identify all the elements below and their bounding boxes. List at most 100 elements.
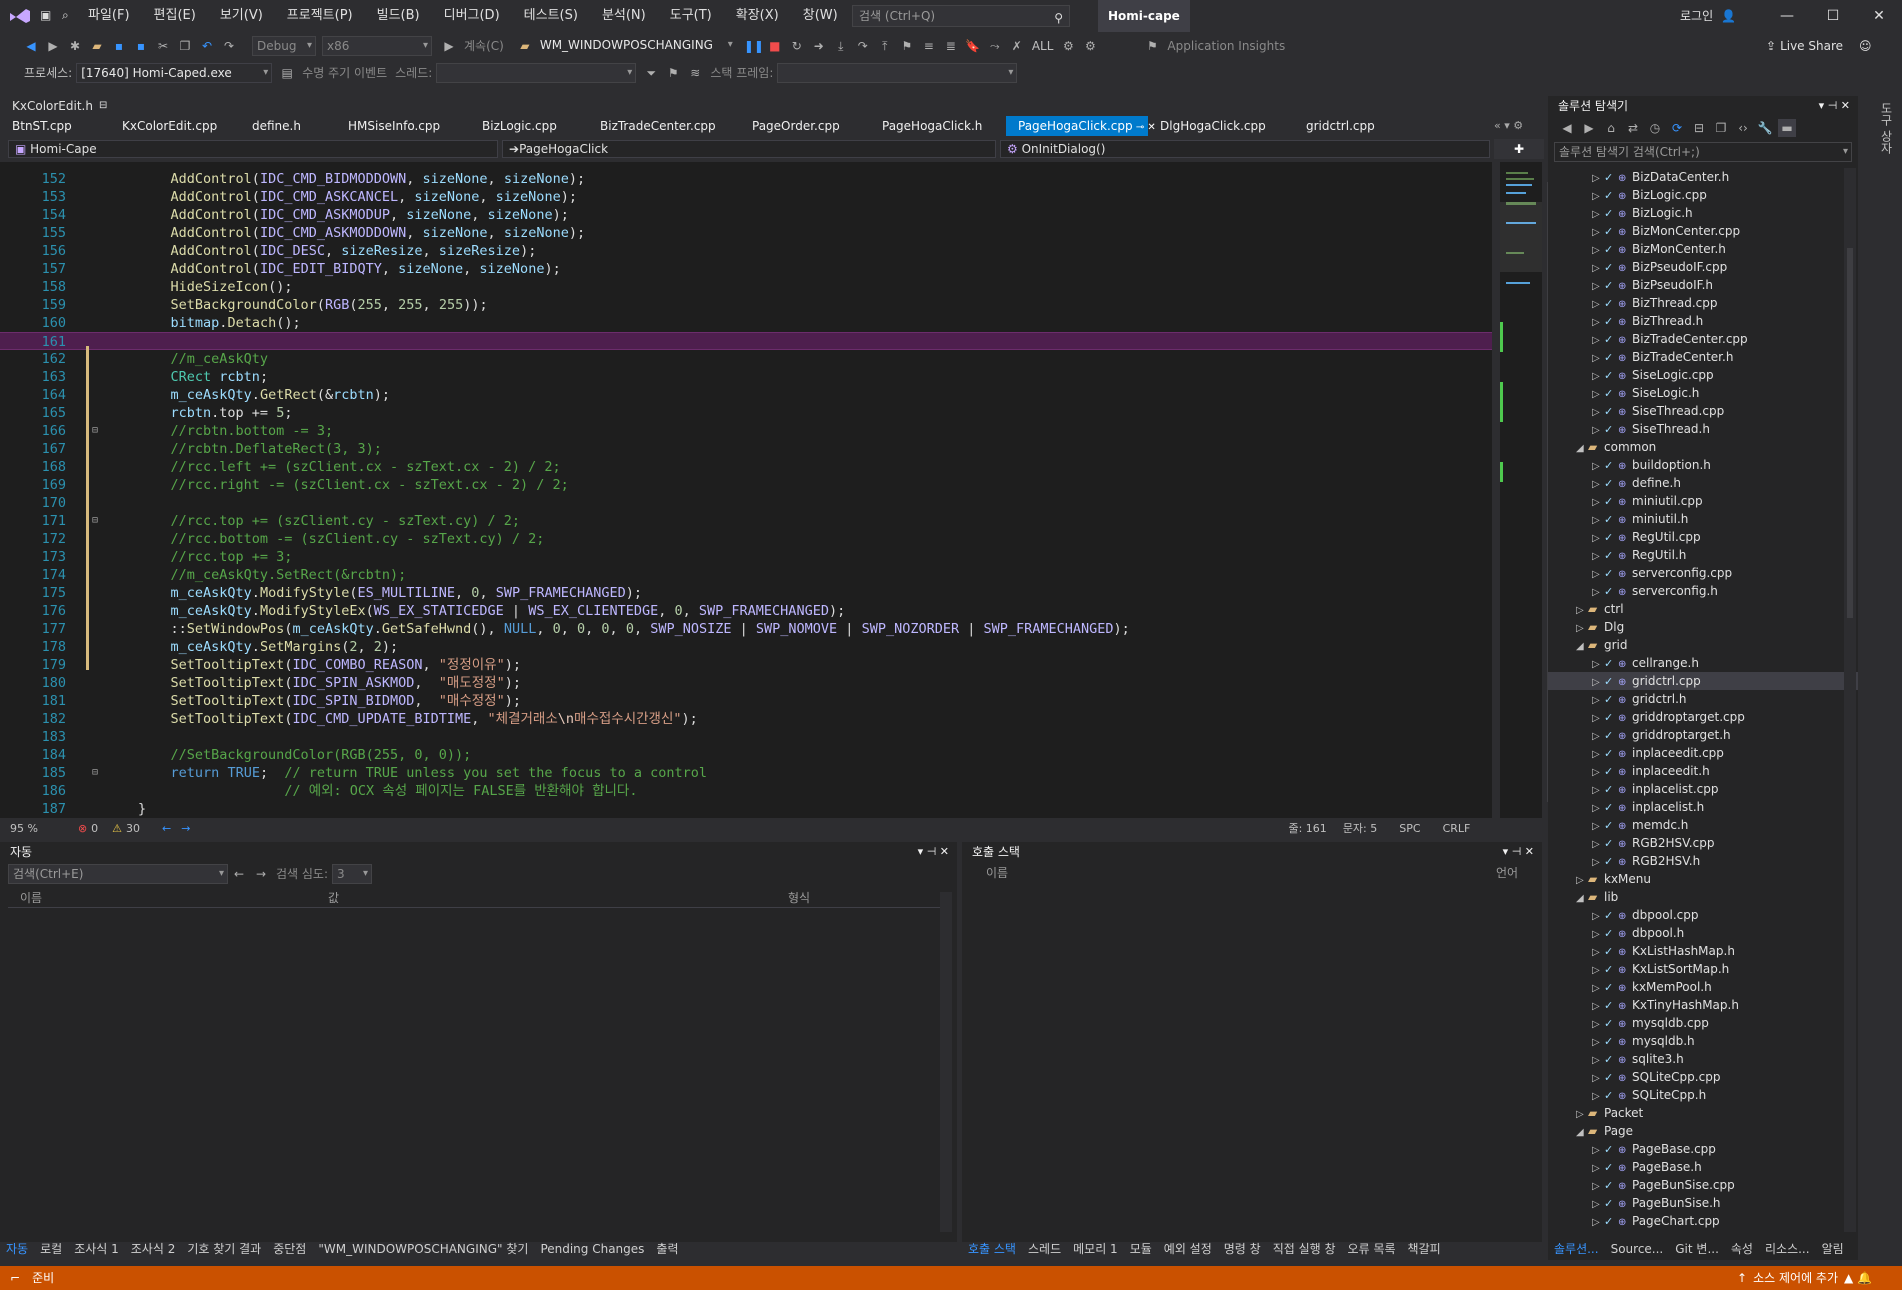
solution-tree-item[interactable]: ▷ ✓ ⊕ serverconfig.cpp bbox=[1548, 564, 1858, 582]
solution-search-input[interactable]: 솔루션 탐색기 검색(Ctrl+;) bbox=[1554, 142, 1852, 162]
tab-file[interactable]: BizTradeCenter.cpp bbox=[588, 116, 740, 136]
comment-icon[interactable]: ≡ bbox=[920, 37, 938, 55]
solution-tree-item[interactable]: ▷ ✓ ⊕ memdc.h bbox=[1548, 816, 1858, 834]
copy-icon[interactable]: ❐ bbox=[176, 37, 194, 55]
solution-tree-item[interactable]: ▷ ✓ ⊕ RegUtil.cpp bbox=[1548, 528, 1858, 546]
sol-back-icon[interactable]: ◀ bbox=[1558, 119, 1576, 137]
solution-tree-item[interactable]: ▷ ✓ ⊕ inplacelist.h bbox=[1548, 798, 1858, 816]
panel-tab[interactable]: 호출 스택 bbox=[962, 1238, 1022, 1260]
clear-bookmark-icon[interactable]: ✗ bbox=[1008, 37, 1026, 55]
thread-select[interactable] bbox=[436, 63, 637, 83]
close-button[interactable]: ✕ bbox=[1856, 0, 1902, 32]
bookmark-icon[interactable]: 🔖 bbox=[964, 37, 982, 55]
fold-icon[interactable]: ⊟ bbox=[92, 764, 98, 782]
platform-select[interactable]: x86 bbox=[322, 36, 432, 56]
filter-icon[interactable]: ⏷ bbox=[642, 64, 660, 82]
lifecycle-events-button[interactable]: 수명 주기 이벤트 bbox=[298, 62, 391, 84]
solution-tree-item[interactable]: ▷ ✓ ⊕ KxListHashMap.h bbox=[1548, 942, 1858, 960]
show-next-icon[interactable]: ➜ bbox=[810, 37, 828, 55]
expand-icon[interactable]: ▷ bbox=[1592, 1214, 1604, 1232]
panel-tab[interactable]: 알림 bbox=[1816, 1238, 1850, 1260]
tab-file[interactable]: PageHogaClick.h bbox=[870, 116, 1006, 136]
solution-tree-item[interactable]: ▷ ✓ ⊕ BizPseudoIF.h bbox=[1548, 276, 1858, 294]
cut-icon[interactable]: ✂ bbox=[154, 37, 172, 55]
solution-tree-item[interactable]: ▷ ✓ ⊕ RGB2HSV.h bbox=[1548, 852, 1858, 870]
menu-item[interactable]: 창(W) bbox=[791, 0, 850, 32]
code-line[interactable]: 179 SetTooltipText(IDC_COMBO_REASON, "정정… bbox=[0, 656, 1492, 674]
panel-tab[interactable]: 중단점 bbox=[267, 1238, 312, 1260]
col-name[interactable]: 이름 bbox=[8, 889, 328, 906]
solution-tree-item[interactable]: ▷ ✓ ⊕ BizDataCenter.h bbox=[1548, 168, 1858, 186]
feedback-icon[interactable]: ☺ bbox=[1859, 32, 1872, 60]
panel-options-icon[interactable]: ▾ ⊣ ✕ bbox=[918, 842, 949, 862]
panel-tab[interactable]: 오류 목록 bbox=[1342, 1238, 1402, 1260]
source-control-button[interactable]: 소스 제어에 추가 bbox=[1753, 1266, 1838, 1290]
rebuild-icon[interactable]: ⚙ bbox=[1081, 37, 1099, 55]
solution-tree-item[interactable]: ◢ ▰ grid bbox=[1548, 636, 1858, 654]
forward-icon[interactable]: ▶ bbox=[44, 37, 62, 55]
code-line[interactable]: 159 SetBackgroundColor(RGB(255, 255, 255… bbox=[0, 296, 1492, 314]
login-button[interactable]: 로그인 👤 bbox=[1680, 0, 1736, 32]
tab-file[interactable]: define.h bbox=[240, 116, 336, 136]
back-search-icon[interactable]: ← bbox=[230, 865, 248, 883]
code-line[interactable]: 174 //m_ceAskQty.SetRect(&rcbtn); bbox=[0, 566, 1492, 584]
depth-select[interactable]: 3 bbox=[332, 864, 373, 884]
solution-tree-item[interactable]: ▷ ✓ ⊕ SiseThread.cpp bbox=[1548, 402, 1858, 420]
code-line[interactable]: 156 AddControl(IDC_DESC, sizeResize, siz… bbox=[0, 242, 1492, 260]
uncomment-icon[interactable]: ≣ bbox=[942, 37, 960, 55]
process-select[interactable]: [17640] Homi-Caped.exe bbox=[76, 63, 273, 83]
sync-icon[interactable]: ⟳ bbox=[1668, 119, 1686, 137]
toolbox-tab[interactable]: 도구 상자 bbox=[1878, 102, 1895, 154]
build-icon[interactable]: ⚙ bbox=[1059, 37, 1077, 55]
config-select[interactable]: Debug bbox=[252, 36, 316, 56]
tab-overflow-icon[interactable]: « ▾ ⚙ bbox=[1494, 116, 1544, 136]
solution-tree-item[interactable]: ▷ ✓ ⊕ BizThread.h bbox=[1548, 312, 1858, 330]
show-all-icon[interactable]: ❐ bbox=[1712, 119, 1730, 137]
panel-tab[interactable]: 기호 찾기 결과 bbox=[181, 1238, 267, 1260]
code-line[interactable]: 158 HideSizeIcon(); bbox=[0, 278, 1492, 296]
debug-target-select[interactable]: WM_WINDOWPOSCHANGING bbox=[535, 36, 736, 56]
code-line[interactable]: 171 //rcc.top += (szClient.cy - szText.c… bbox=[0, 512, 1492, 530]
solution-tree-item[interactable]: ▷ ✓ ⊕ RegUtil.h bbox=[1548, 546, 1858, 564]
code-line[interactable]: 178 m_ceAskQty.SetMargins(2, 2); bbox=[0, 638, 1492, 656]
step-over-icon[interactable]: ↷ bbox=[854, 37, 872, 55]
code-line[interactable]: 172 //rcc.bottom -= (szClient.cy - szTex… bbox=[0, 530, 1492, 548]
forward-search-icon[interactable]: → bbox=[252, 865, 270, 883]
solution-tree-item[interactable]: ▷ ✓ ⊕ inplaceedit.h bbox=[1548, 762, 1858, 780]
solution-tree-item[interactable]: ▷ ✓ ⊕ BizMonCenter.cpp bbox=[1548, 222, 1858, 240]
panel-tab[interactable]: 자동 bbox=[0, 1238, 34, 1260]
solution-tree-item[interactable]: ▷ ✓ ⊕ PageChart.cpp bbox=[1548, 1212, 1858, 1230]
search-menu-icon[interactable]: ⌕ bbox=[62, 8, 76, 24]
split-window-icon[interactable]: ✚ bbox=[1494, 139, 1544, 159]
whitespace-indicator[interactable]: SPC bbox=[1399, 822, 1420, 835]
code-line[interactable]: 184 //SetBackgroundColor(RGB(255, 0, 0))… bbox=[0, 746, 1492, 764]
open-icon[interactable]: ▰ bbox=[88, 37, 106, 55]
code-line[interactable]: 166 //rcbtn.bottom -= 3; ⊟ bbox=[0, 422, 1492, 440]
code-line[interactable]: 183 bbox=[0, 728, 1492, 746]
code-line[interactable]: 177 ::SetWindowPos(m_ceAskQty.GetSafeHwn… bbox=[0, 620, 1492, 638]
call-panel-options-icon[interactable]: ▾ ⊣ ✕ bbox=[1503, 842, 1534, 862]
solution-tree-item[interactable]: ▷ ✓ ⊕ mysqldb.h bbox=[1548, 1032, 1858, 1050]
project-scope-select[interactable]: ▣ Homi-Cape bbox=[8, 140, 498, 158]
code-line[interactable]: 187} bbox=[0, 800, 1492, 818]
solution-tree-item[interactable]: ▷ ✓ ⊕ sqlite3.h bbox=[1548, 1050, 1858, 1068]
code-line[interactable]: 155 AddControl(IDC_CMD_ASKMODDOWN, sizeN… bbox=[0, 224, 1492, 242]
code-line[interactable]: 186 // 예외: OCX 속성 페이지는 FALSE를 반환해야 합니다. bbox=[0, 782, 1492, 800]
code-line[interactable]: 163 CRect rcbtn; bbox=[0, 368, 1492, 386]
solution-tree-item[interactable]: ▷ ✓ ⊕ SiseLogic.cpp bbox=[1548, 366, 1858, 384]
code-line[interactable]: 170 bbox=[0, 494, 1492, 512]
solution-tree-item[interactable]: ▷ ✓ ⊕ BizMonCenter.h bbox=[1548, 240, 1858, 258]
new-project-icon[interactable]: ✱ bbox=[66, 37, 84, 55]
pause-icon[interactable]: ❚❚ bbox=[744, 37, 764, 55]
col-value[interactable]: 값 bbox=[328, 889, 788, 906]
solution-tree-item[interactable]: ▷ ✓ ⊕ serverconfig.h bbox=[1548, 582, 1858, 600]
solution-tree-item[interactable]: ▷ ✓ ⊕ SQLiteCpp.h bbox=[1548, 1086, 1858, 1104]
panel-tab[interactable]: 출력 bbox=[650, 1238, 684, 1260]
hot-reload-icon[interactable]: ⚑ bbox=[898, 37, 916, 55]
menu-item[interactable]: 프로젝트(P) bbox=[275, 0, 365, 32]
menu-item[interactable]: 분석(N) bbox=[590, 0, 658, 32]
solution-tree-item[interactable]: ▷ ✓ ⊕ PageBase.h bbox=[1548, 1158, 1858, 1176]
code-line[interactable]: 176 m_ceAskQty.ModifyStyleEx(WS_EX_STATI… bbox=[0, 602, 1492, 620]
col-type[interactable]: 형식 bbox=[788, 889, 810, 906]
eol-indicator[interactable]: CRLF bbox=[1443, 822, 1471, 835]
